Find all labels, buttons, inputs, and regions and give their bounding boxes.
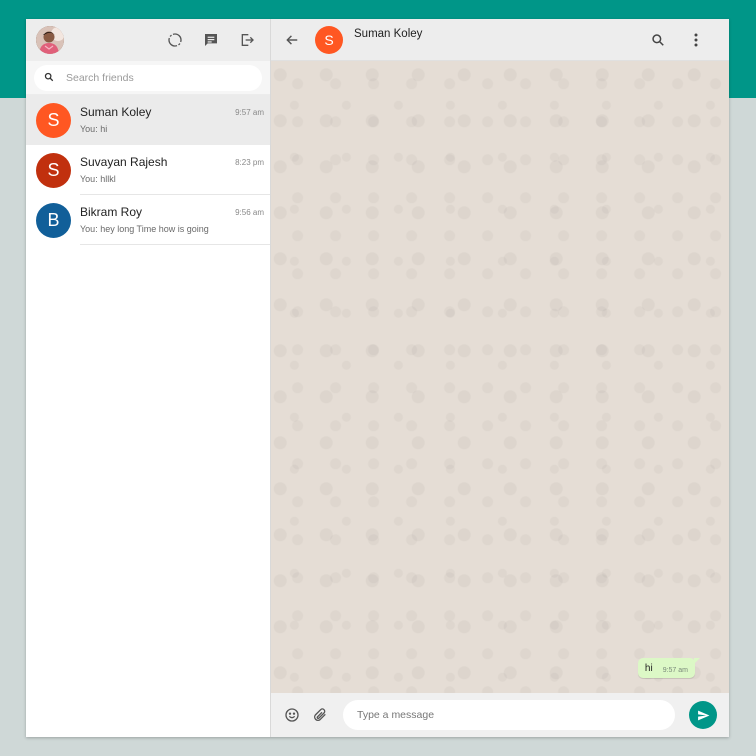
chat-last-message: You: hey long Time how is going	[80, 224, 209, 234]
attach-icon[interactable]	[311, 706, 329, 724]
chat-time: 9:57 am	[235, 108, 264, 117]
chat-app-window: S Suman Koley You: hi 9:57 am S Suvayan …	[26, 19, 729, 737]
conversation-actions	[649, 19, 705, 61]
avatar: S	[36, 102, 71, 138]
chat-time: 8:23 pm	[235, 158, 264, 167]
avatar: B	[36, 202, 71, 238]
message-time: 9:57 am	[662, 667, 688, 674]
avatar: S	[36, 152, 71, 188]
send-button[interactable]	[689, 701, 717, 729]
chat-item-suvayan-rajesh[interactable]: S Suvayan Rajesh You: hllkl 8:23 pm	[26, 145, 270, 195]
back-arrow-icon[interactable]	[283, 31, 301, 49]
message-composer	[271, 693, 729, 737]
my-avatar[interactable]	[36, 26, 64, 54]
sidebar-header	[26, 19, 270, 61]
chat-item-body: Suman Koley You: hi 9:57 am	[80, 95, 270, 145]
chat-item-bikram-roy[interactable]: B Bikram Roy You: hey long Time how is g…	[26, 195, 270, 245]
search-icon[interactable]	[649, 31, 667, 49]
contact-avatar[interactable]: S	[315, 25, 343, 54]
emoji-icon[interactable]	[283, 706, 301, 724]
search-bar	[26, 61, 270, 95]
message-input[interactable]	[343, 700, 675, 730]
sidebar-actions	[166, 19, 256, 61]
new-chat-icon[interactable]	[202, 31, 220, 49]
chat-last-message: You: hllkl	[80, 174, 116, 184]
status-icon[interactable]	[166, 31, 184, 49]
conversation-header: S Suman Koley	[271, 19, 729, 61]
contact-name: Suman Koley	[354, 28, 423, 40]
search-input[interactable]	[66, 71, 226, 84]
more-vert-icon[interactable]	[687, 31, 705, 49]
search-box	[34, 64, 262, 91]
chat-time: 9:56 am	[235, 208, 264, 217]
chat-list: S Suman Koley You: hi 9:57 am S Suvayan …	[26, 95, 270, 737]
send-icon	[697, 710, 709, 720]
chat-last-message: You: hi	[80, 124, 108, 134]
conversation-panel: S Suman Koley hi 9:57 am Type a message	[271, 19, 729, 737]
chat-item-suman-koley[interactable]: S Suman Koley You: hi 9:57 am	[26, 95, 270, 145]
message-area: hi 9:57 am	[271, 61, 729, 693]
outgoing-message: hi 9:57 am	[637, 658, 701, 678]
message-text: hi	[644, 663, 653, 674]
logout-icon[interactable]	[238, 31, 256, 49]
chat-item-body: Suvayan Rajesh You: hllkl 8:23 pm	[80, 145, 270, 195]
chat-item-body: Bikram Roy You: hey long Time how is goi…	[80, 195, 270, 245]
sidebar: S Suman Koley You: hi 9:57 am S Suvayan …	[26, 19, 271, 737]
search-icon	[44, 69, 54, 87]
